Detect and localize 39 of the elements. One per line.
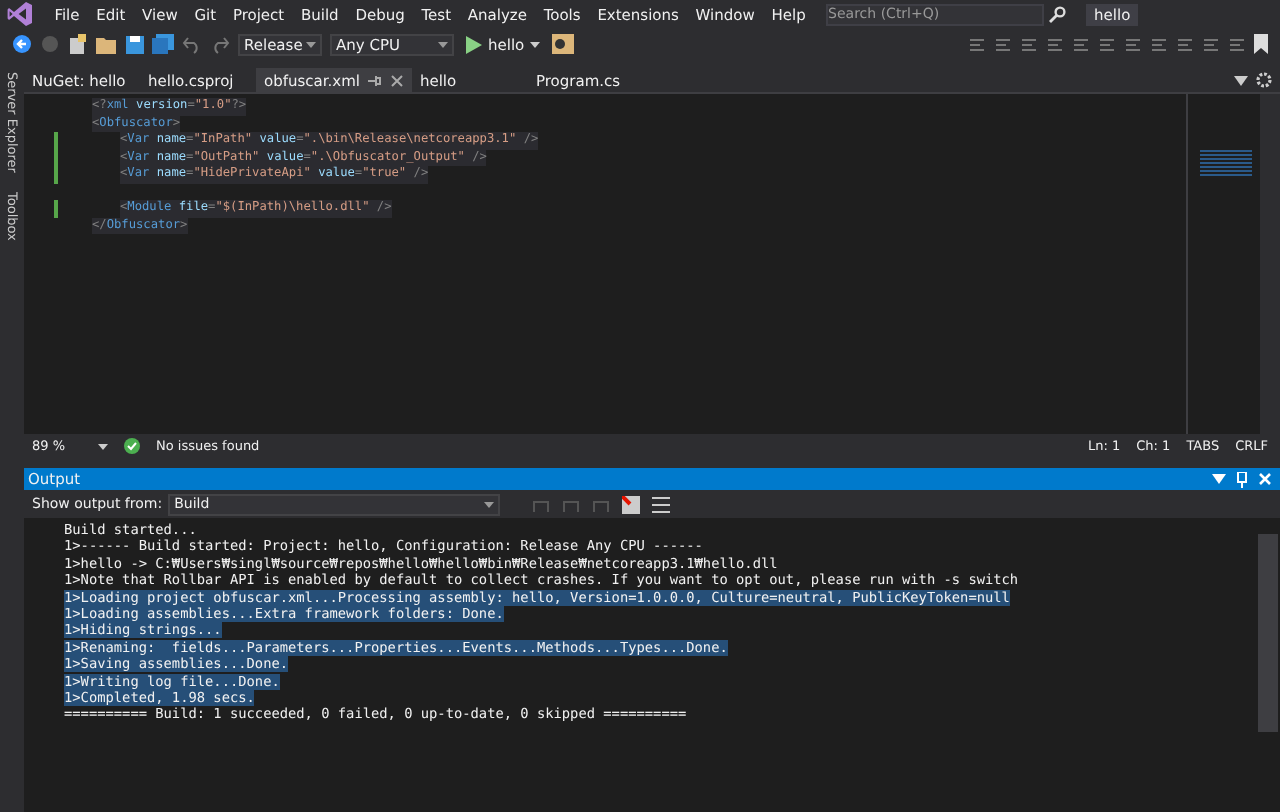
caret-icon bbox=[484, 501, 495, 507]
redo-icon[interactable] bbox=[210, 35, 230, 53]
editor-tool-icon[interactable] bbox=[1228, 35, 1246, 53]
folder-icon[interactable] bbox=[96, 35, 118, 53]
caret-icon bbox=[306, 41, 316, 47]
pin-icon[interactable] bbox=[367, 73, 382, 87]
bookmark-icon[interactable] bbox=[1254, 34, 1268, 54]
settings-icon[interactable] bbox=[1256, 72, 1272, 88]
save-icon[interactable] bbox=[126, 35, 144, 53]
editor-tool-icon[interactable] bbox=[1098, 35, 1116, 53]
editor-tool-icon[interactable] bbox=[1202, 35, 1220, 53]
scrollbar[interactable] bbox=[1260, 94, 1280, 434]
caret-icon bbox=[98, 443, 108, 449]
editor-tool-icon[interactable] bbox=[1020, 35, 1038, 53]
find-icon[interactable] bbox=[552, 34, 575, 54]
caret-icon bbox=[530, 41, 541, 47]
editor-tool-icon[interactable] bbox=[1176, 35, 1194, 53]
save-all-icon[interactable] bbox=[152, 34, 174, 54]
undo-icon[interactable] bbox=[182, 35, 202, 53]
scrollbar[interactable] bbox=[1258, 534, 1278, 732]
dropdown-icon[interactable] bbox=[1212, 474, 1226, 484]
word-wrap-icon[interactable] bbox=[652, 495, 671, 513]
editor-tool-icon[interactable] bbox=[1046, 35, 1064, 53]
logo-icon bbox=[6, 0, 34, 28]
check-icon bbox=[124, 438, 140, 454]
editor-tool-icon[interactable] bbox=[1072, 35, 1090, 53]
search-icon bbox=[1048, 5, 1067, 23]
tab-list-icon[interactable] bbox=[1234, 75, 1248, 85]
caret-icon bbox=[438, 41, 448, 47]
play-icon bbox=[466, 35, 482, 53]
editor-tool-icon[interactable] bbox=[994, 35, 1012, 53]
editor-tool-icon[interactable] bbox=[1124, 35, 1142, 53]
back-icon[interactable] bbox=[12, 34, 32, 54]
new-item-icon[interactable] bbox=[68, 33, 88, 55]
close-icon[interactable] bbox=[389, 73, 404, 87]
editor-tool-icon[interactable] bbox=[1150, 35, 1168, 53]
editor-tool-icon[interactable] bbox=[968, 35, 986, 53]
clear-all-icon[interactable] bbox=[622, 495, 641, 513]
forward-icon[interactable] bbox=[40, 34, 60, 54]
